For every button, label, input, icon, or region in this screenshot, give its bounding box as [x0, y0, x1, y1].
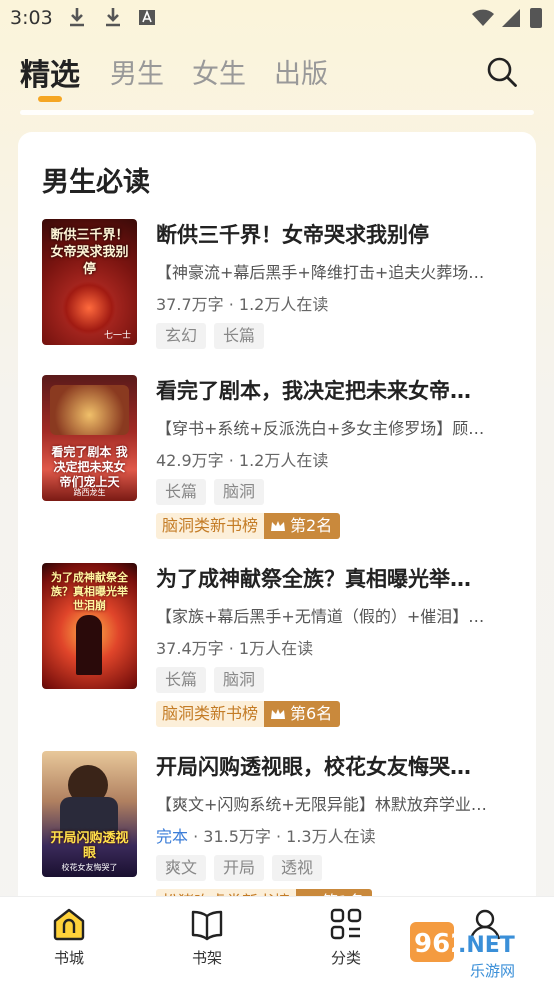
recommend-card: 男生必读 断供三千界！女帝哭求我别停 七一士 断供三千界！女帝哭求我别停 【神豪…: [18, 132, 536, 932]
cover-author: 七一士: [103, 331, 131, 341]
book-item[interactable]: 断供三千界！女帝哭求我别停 七一士 断供三千界！女帝哭求我别停 【神豪流+幕后黑…: [42, 219, 522, 349]
tab-featured[interactable]: 精选: [20, 50, 80, 94]
book-cover[interactable]: 看完了剧本 我决定把未来女帝们宠上天 路西龙生: [42, 375, 137, 501]
book-title: 看完了剧本，我决定把未来女帝…: [156, 379, 471, 403]
rank-badge[interactable]: 脑洞类新书榜 第6名: [156, 701, 341, 727]
download-icon: [70, 8, 84, 27]
search-icon[interactable]: [486, 56, 518, 88]
cover-title: 为了成神献祭全族？真相曝光举世泪崩: [51, 571, 128, 612]
book-tag: 脑洞: [214, 667, 265, 693]
book-meta: 37.7万字 · 1.2万人在读: [156, 291, 328, 315]
nav-label: 书架: [191, 949, 222, 967]
book-item[interactable]: 看完了剧本 我决定把未来女帝们宠上天 路西龙生 看完了剧本，我决定把未来女帝… …: [42, 375, 522, 541]
nav-category[interactable]: 分类: [291, 905, 401, 968]
header-divider: [20, 110, 534, 115]
cover-art: [76, 615, 102, 675]
book-title: 断供三千界！女帝哭求我别停: [156, 223, 429, 247]
rank-badge[interactable]: 脑洞类新书榜 第2名: [156, 513, 341, 539]
rank-position: 第6名: [264, 701, 341, 727]
book-tag: 玄幻: [156, 323, 207, 349]
book-tag: 长篇: [156, 667, 207, 693]
rank-list-name: 脑洞类新书榜: [156, 513, 265, 539]
crown-icon: [271, 709, 286, 719]
cover-title: 开局闪购透视眼: [50, 831, 129, 861]
book-status: 完本: [156, 827, 189, 846]
book-tags: 长篇 脑洞: [156, 479, 272, 505]
book-tags: 玄幻 长篇: [156, 323, 272, 349]
crown-icon: [271, 521, 286, 531]
book-desc: 【神豪流+幕后黑手+降维打击+追夫火葬场…: [156, 263, 485, 282]
book-tag: 脑洞: [214, 479, 265, 505]
rank-position-text: 第6名: [290, 704, 333, 723]
book-meta: 37.4万字 · 1万人在读: [156, 635, 313, 659]
book-item[interactable]: 为了成神献祭全族？真相曝光举世泪崩 为了成神献祭全族？真相曝光举… 【家族+幕后…: [42, 563, 522, 729]
cover-author: 路西龙生: [73, 488, 106, 497]
book-tag: 长篇: [214, 323, 265, 349]
rank-position-text: 第2名: [290, 516, 333, 535]
book-tag: 长篇: [156, 479, 207, 505]
cover-title: 断供三千界！女帝哭求我别停: [50, 228, 129, 277]
cover-art: [50, 385, 129, 435]
nav-bookstore[interactable]: 书城: [14, 905, 124, 968]
book-item[interactable]: 开局闪购透视眼 校花女友悔哭了 开局闪购透视眼，校花女友悔哭… 【爽文+闪购系统…: [42, 751, 522, 917]
book-cover[interactable]: 开局闪购透视眼 校花女友悔哭了: [42, 751, 137, 877]
book-desc: 【爽文+闪购系统+无限异能】林默放弃学业…: [156, 795, 487, 814]
bookshelf-icon: [191, 910, 223, 941]
book-stats: 37.7万字 · 1.2万人在读: [156, 295, 329, 314]
signal-icon: [502, 9, 520, 27]
book-tag: 透视: [272, 855, 323, 881]
notification-a-icon: [139, 9, 155, 25]
section-title: 男生必读: [42, 167, 150, 198]
book-cover[interactable]: 断供三千界！女帝哭求我别停 七一士: [42, 219, 137, 345]
book-desc: 【家族+幕后黑手+无情道（假的）+催泪】…: [156, 607, 485, 626]
watermark-logo: 962 .NET 乐游网: [410, 922, 515, 980]
tab-published[interactable]: 出版: [274, 52, 328, 91]
status-time: 3:03: [10, 7, 53, 29]
cover-author: 校花女友悔哭了: [61, 863, 118, 872]
book-stats: 42.9万字 · 1.2万人在读: [156, 451, 329, 470]
book-tag: 爽文: [156, 855, 207, 881]
cover-title: 看完了剧本 我决定把未来女帝们宠上天: [51, 445, 128, 489]
book-meta: 42.9万字 · 1.2万人在读: [156, 447, 328, 471]
book-title: 开局闪购透视眼，校花女友悔哭…: [156, 755, 471, 779]
category-icon: [330, 908, 362, 940]
book-tags: 长篇 脑洞: [156, 667, 272, 693]
svg-text:.NET: .NET: [458, 933, 515, 958]
book-cover[interactable]: 为了成神献祭全族？真相曝光举世泪崩: [42, 563, 137, 689]
cover-art: [62, 281, 116, 335]
status-bar: 3:03: [0, 0, 554, 38]
bookstore-icon: [53, 908, 85, 941]
book-tag: 开局: [214, 855, 265, 881]
battery-icon: [530, 8, 542, 28]
book-meta: 完本 · 31.5万字 · 1.3万人在读: [156, 823, 376, 847]
download-icon: [106, 8, 120, 27]
rank-list-name: 脑洞类新书榜: [156, 701, 265, 727]
book-tags: 爽文 开局 透视: [156, 855, 330, 881]
nav-label: 分类: [330, 949, 361, 967]
site-watermark-logo: 962 .NET 乐游网: [410, 918, 550, 980]
nav-bookshelf[interactable]: 书架: [152, 905, 262, 968]
rank-position: 第2名: [264, 513, 341, 539]
tab-female[interactable]: 女生: [192, 52, 246, 91]
book-title: 为了成神献祭全族？真相曝光举…: [156, 567, 471, 591]
wifi-icon: [472, 9, 494, 26]
tab-male[interactable]: 男生: [110, 52, 164, 91]
book-stats: · 31.5万字 · 1.3万人在读: [188, 827, 376, 846]
book-stats: 37.4万字 · 1万人在读: [156, 639, 314, 658]
book-desc: 【穿书+系统+反派洗白+多女主修罗场】顾…: [156, 419, 485, 438]
tab-indicator: [38, 96, 62, 102]
svg-text:乐游网: 乐游网: [470, 962, 515, 980]
nav-label: 书城: [53, 949, 84, 967]
